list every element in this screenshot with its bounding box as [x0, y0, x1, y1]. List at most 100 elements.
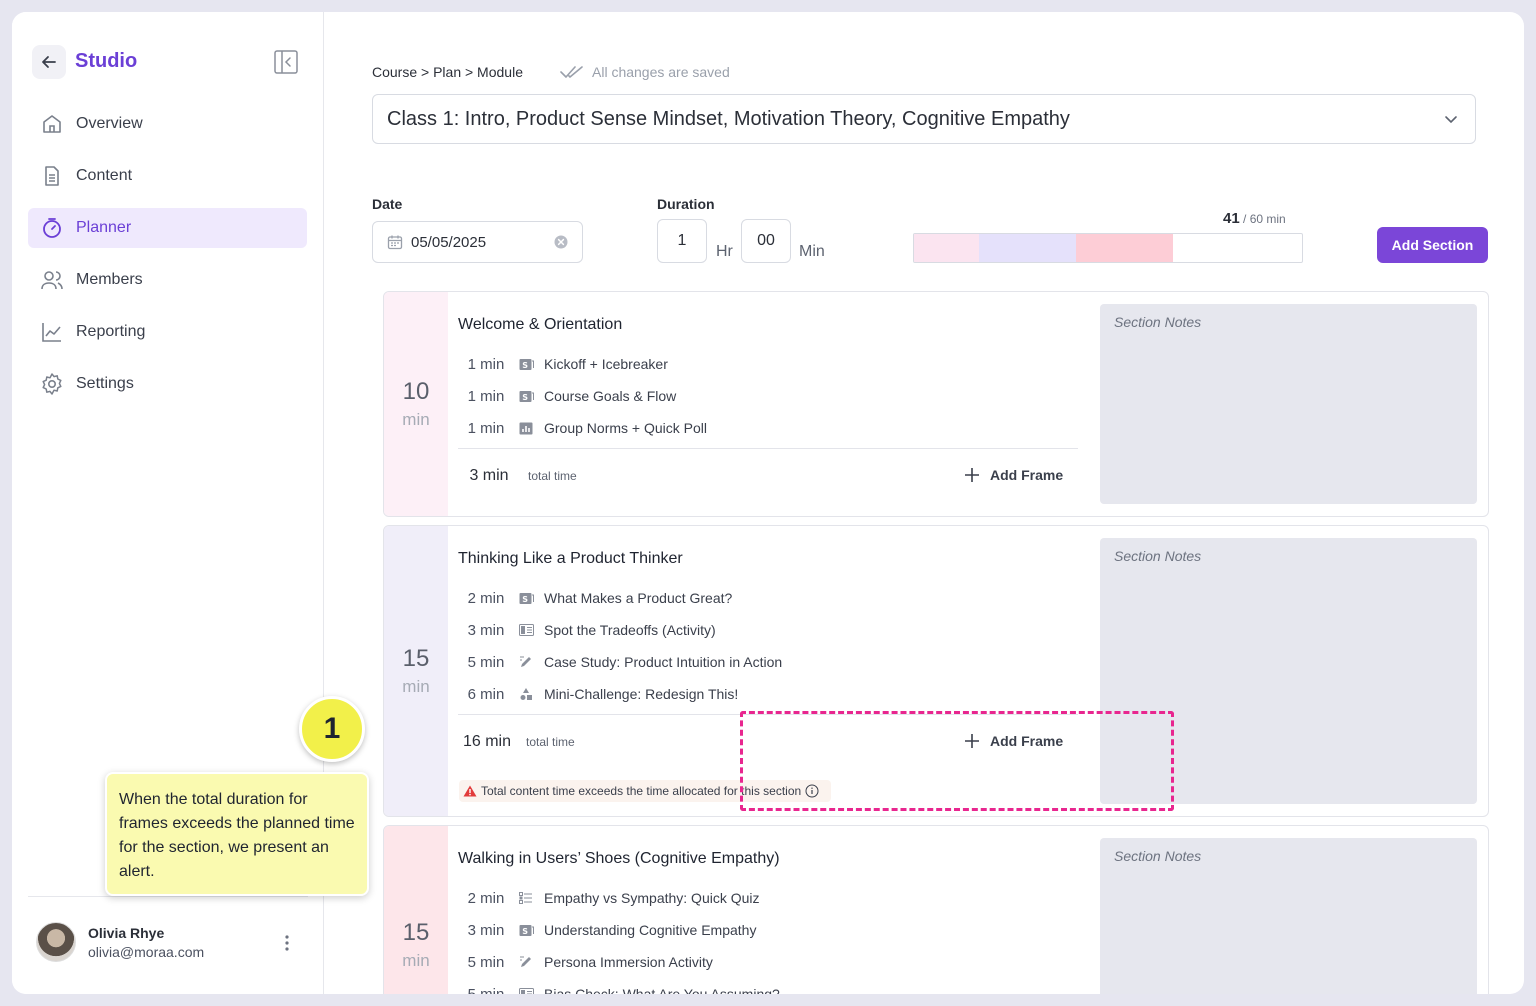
time-total-value: / 60 min	[1243, 212, 1286, 226]
board-icon	[518, 622, 534, 638]
section-duration: 15 min	[384, 826, 448, 994]
frame-title: Understanding Cognitive Empathy	[544, 922, 757, 938]
add-frame-label: Add Frame	[990, 467, 1064, 483]
frame-row[interactable]: 1 min Group Norms + Quick Poll	[458, 416, 707, 440]
clear-date-icon[interactable]	[554, 235, 568, 249]
frame-row[interactable]: 5 min Case Study: Product Intuition in A…	[458, 650, 782, 674]
divider	[458, 448, 1078, 449]
frame-duration: 5 min	[467, 653, 505, 671]
avatar	[36, 922, 76, 962]
frame-title: Empathy vs Sympathy: Quick Quiz	[544, 890, 760, 906]
sidebar-item-members[interactable]: Members	[28, 260, 307, 300]
section-duration: 10 min	[384, 292, 448, 516]
sidebar-item-content[interactable]: Content	[28, 156, 307, 196]
quiz-icon	[518, 890, 534, 906]
total-label: total time	[528, 469, 577, 483]
section-duration: 15 min	[384, 526, 448, 816]
collapse-sidebar-icon[interactable]	[274, 50, 298, 79]
users-icon	[40, 268, 64, 292]
frame-title: Mini-Challenge: Redesign This!	[544, 686, 739, 702]
svg-text:S: S	[522, 926, 528, 935]
shapes-icon	[518, 686, 534, 702]
studio-title: Studio	[75, 50, 138, 72]
frame-row[interactable]: 3 min S Understanding Cognitive Empathy	[458, 918, 757, 942]
class-select[interactable]: Class 1: Intro, Product Sense Mindset, M…	[372, 94, 1476, 144]
sidebar-item-settings[interactable]: Settings	[28, 364, 307, 404]
time-allocation-segment	[978, 234, 1076, 262]
section-notes[interactable]: Section Notes	[1100, 304, 1477, 504]
time-allocation-segment	[1075, 234, 1173, 262]
pencil-icon	[518, 654, 534, 670]
poll-icon	[518, 420, 534, 436]
time-allocation-bar	[913, 233, 1303, 263]
frame-row[interactable]: 1 min S Course Goals & Flow	[458, 384, 677, 408]
user-name: Olivia Rhye	[88, 924, 165, 941]
timer-icon	[40, 216, 64, 240]
frame-row[interactable]: 6 min Mini-Challenge: Redesign This!	[458, 682, 739, 706]
frame-duration: 3 min	[467, 921, 505, 939]
sidebar-item-label: Content	[76, 167, 133, 184]
main-content: Course > Plan > Module All changes are s…	[324, 12, 1524, 994]
frame-duration: 5 min	[467, 985, 505, 995]
frame-row[interactable]: 5 min Persona Immersion Activity	[458, 950, 713, 974]
duration-minutes-input[interactable]: 00	[741, 219, 791, 263]
arrow-left-icon	[42, 56, 56, 68]
chevron-down-icon	[1445, 116, 1457, 124]
slide-icon: S	[518, 356, 534, 372]
annotation-tooltip: When the total duration for frames excee…	[105, 772, 369, 896]
sidebar-item-label: Members	[76, 271, 143, 288]
date-value: 05/05/2025	[411, 233, 487, 251]
double-check-icon	[560, 66, 583, 78]
user-profile[interactable]: Olivia Rhye olivia@moraa.com	[36, 922, 204, 962]
section-duration-unit: min	[402, 677, 430, 696]
section-duration-value: 10	[402, 378, 430, 405]
section-duration-unit: min	[402, 410, 430, 429]
frame-duration: 1 min	[467, 387, 505, 405]
pencil-icon	[518, 954, 534, 970]
date-label: Date	[372, 196, 403, 212]
svg-text:S: S	[522, 594, 528, 603]
duration-label: Duration	[657, 196, 715, 212]
back-button[interactable]	[32, 45, 66, 79]
sidebar-item-planner[interactable]: Planner	[28, 208, 307, 248]
section-total: 3 min total time	[458, 467, 577, 485]
more-options-icon[interactable]	[284, 934, 290, 957]
frame-row[interactable]: 1 min S Kickoff + Icebreaker	[458, 352, 668, 376]
section-duration-unit: min	[402, 951, 430, 970]
frame-duration: 2 min	[467, 589, 505, 607]
document-icon	[40, 164, 64, 188]
sidebar-nav: Overview Content Planner Members Reporti…	[28, 104, 307, 416]
frame-row[interactable]: 5 min Bias Check: What Are You Assuming?	[458, 982, 780, 994]
sidebar-item-reporting[interactable]: Reporting	[28, 312, 307, 352]
frame-row[interactable]: 3 min Spot the Tradeoffs (Activity)	[458, 618, 716, 642]
frame-duration: 1 min	[467, 419, 505, 437]
section-notes[interactable]: Section Notes	[1100, 838, 1477, 994]
time-used-counter: 41 / 60 min	[1223, 210, 1286, 227]
board-icon	[518, 986, 534, 994]
user-email: olivia@moraa.com	[88, 943, 205, 960]
section-title: Walking in Users’ Shoes (Cognitive Empat…	[458, 850, 780, 867]
frame-row[interactable]: 2 min S What Makes a Product Great?	[458, 586, 733, 610]
slide-icon: S	[518, 388, 534, 404]
save-status: All changes are saved	[560, 64, 730, 80]
frame-title: Course Goals & Flow	[544, 388, 677, 404]
frame-row[interactable]: 2 min Empathy vs Sympathy: Quick Quiz	[458, 886, 760, 910]
frame-title: Persona Immersion Activity	[544, 954, 713, 970]
app-window: Studio Overview Content Planner Members	[12, 12, 1524, 994]
sidebar-item-label: Planner	[76, 219, 132, 236]
sidebar-item-label: Settings	[76, 375, 134, 392]
sidebar-item-label: Reporting	[76, 323, 146, 340]
gear-icon	[40, 372, 64, 396]
sidebar-divider	[28, 896, 308, 897]
calendar-icon	[387, 235, 403, 250]
sidebar-item-overview[interactable]: Overview	[28, 104, 307, 144]
annotation-badge: 1	[299, 696, 365, 762]
duration-hours-input[interactable]: 1	[657, 219, 707, 263]
section-duration-value: 15	[402, 919, 430, 946]
chart-line-icon	[40, 320, 64, 344]
date-input[interactable]: 05/05/2025	[372, 221, 583, 263]
breadcrumb: Course > Plan > Module	[372, 64, 523, 80]
add-frame-button[interactable]: Add Frame	[964, 467, 1063, 483]
frame-title: What Makes a Product Great?	[544, 590, 733, 606]
add-section-button[interactable]: Add Section	[1377, 227, 1488, 263]
